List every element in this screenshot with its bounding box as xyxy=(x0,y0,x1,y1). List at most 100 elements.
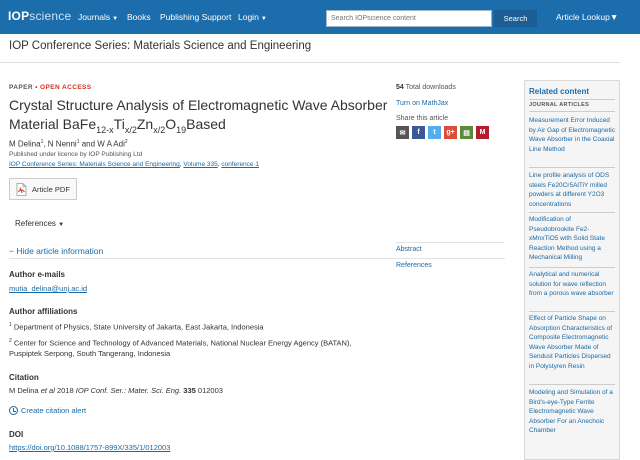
related-content-heading: Related content xyxy=(529,87,590,96)
related-article-link[interactable]: Analytical and numerical solution for wa… xyxy=(529,270,617,299)
author-email-link[interactable]: mutia_delina@unj.ac.id xyxy=(9,284,87,293)
citation-text: M Delina et al 2018 IOP Conf. Ser.: Mate… xyxy=(9,385,223,396)
nav-login[interactable]: Login ▼ xyxy=(238,12,267,22)
citation-article-number: 012003 xyxy=(195,386,223,395)
title-sub-2: x/2 xyxy=(124,124,137,135)
sidebar-divider xyxy=(529,111,615,112)
title-formula-o: O xyxy=(165,116,177,132)
citation-volume: 335 xyxy=(183,386,196,395)
twitter-icon[interactable]: t xyxy=(428,126,441,139)
author-affil-marker: 2 xyxy=(124,139,128,145)
citation-author: M Delina xyxy=(9,386,41,395)
mendeley-icon[interactable]: M xyxy=(476,126,489,139)
title-formula-zn: Zn xyxy=(136,116,154,132)
paper-label: PAPER xyxy=(9,84,33,91)
related-article-link[interactable]: Measurement Error Induced by Air Gap of … xyxy=(529,116,617,154)
facebook-icon[interactable]: f xyxy=(412,126,425,139)
journal-citation-links: IOP Conference Series: Materials Science… xyxy=(9,161,259,168)
share-label: Share this article xyxy=(396,115,449,122)
sidebar-divider xyxy=(529,267,615,268)
header-divider xyxy=(0,62,620,63)
author-affiliations-heading: Author affiliations xyxy=(9,307,78,316)
references-toggle[interactable]: References ▼ xyxy=(15,219,64,228)
author-list: M Delina1, N Nenni1 and W A Adi2 xyxy=(9,139,128,149)
references-nav-link[interactable]: References xyxy=(396,262,432,269)
article-title: Crystal Structure Analysis of Electromag… xyxy=(9,96,389,140)
affiliation-2: 2 Center for Science and Technology of A… xyxy=(9,336,352,349)
pdf-icon xyxy=(16,182,27,196)
nav-journals-label: Journals xyxy=(78,12,111,22)
logo-prefix: IOP xyxy=(8,9,30,23)
nav-publishing-support[interactable]: Publishing Support xyxy=(160,12,231,22)
author-name[interactable]: , N Nenni xyxy=(43,140,76,149)
title-formula-ti: Ti xyxy=(113,116,125,132)
affiliation-number: 1 xyxy=(9,322,12,328)
alarm-clock-icon xyxy=(9,406,18,415)
chevron-down-icon: ▼ xyxy=(112,16,119,22)
title-suffix: Based xyxy=(186,116,226,132)
related-article-link[interactable]: Modeling and Simulation of a Bird's-eye-… xyxy=(529,388,617,436)
iopscience-logo[interactable]: IOPscience xyxy=(8,9,71,23)
author-name[interactable]: and W A Adi xyxy=(80,140,125,149)
mathjax-toggle[interactable]: Turn on MathJax xyxy=(396,100,448,107)
logo-suffix: science xyxy=(29,9,72,23)
nav-books[interactable]: Books xyxy=(127,12,151,22)
related-article-link[interactable]: Effect of Particle Shape on Absorption C… xyxy=(529,314,617,371)
sidebar-divider xyxy=(529,167,615,168)
hide-article-info-label: Hide article information xyxy=(16,246,104,256)
volume-link[interactable]: Volume 335 xyxy=(183,161,217,168)
journal-link[interactable]: IOP Conference Series: Materials Science… xyxy=(9,161,180,168)
references-divider xyxy=(396,258,504,259)
sidebar-divider xyxy=(529,212,615,213)
article-pdf-button[interactable]: Article PDF xyxy=(9,178,77,200)
article-lookup-menu[interactable]: Article Lookup▼ xyxy=(556,12,618,22)
separator-dot: • xyxy=(35,84,38,91)
affiliation-text: Department of Physics, State University … xyxy=(13,322,264,332)
sidebar-divider xyxy=(529,99,615,100)
download-count-value: 54 xyxy=(396,84,404,91)
references-toggle-label: References xyxy=(15,219,56,228)
download-count-label: Total downloads xyxy=(403,84,456,91)
chevron-down-icon: ▼ xyxy=(58,222,65,228)
share-icons: ✉ f t g+ ▤ M xyxy=(396,126,489,139)
nav-journals[interactable]: Journals ▼ xyxy=(78,12,118,22)
related-article-link[interactable]: Line profile analysis of ODS steels Fe20… xyxy=(529,171,617,209)
affiliation-1: 1 Department of Physics, State Universit… xyxy=(9,320,264,333)
doi-row: https://doi.org/10.1088/1757-899X/335/1/… xyxy=(9,442,170,453)
search-button[interactable]: Search xyxy=(494,10,537,27)
abstract-nav-link[interactable]: Abstract xyxy=(396,246,422,253)
conference-link[interactable]: conference 1 xyxy=(221,161,259,168)
affiliation-2-continued: Puspiptek Serpong, South Tangerang, Indo… xyxy=(9,349,171,358)
author-name[interactable]: M Delina xyxy=(9,140,41,149)
title-sub-4: 19 xyxy=(176,124,187,135)
hide-article-info-toggle[interactable]: − Hide article information xyxy=(9,246,103,256)
author-email-row: mutia_delina@unj.ac.id xyxy=(9,283,87,294)
author-emails-heading: Author e-mails xyxy=(9,270,66,279)
title-sub-3: x/2 xyxy=(153,124,166,135)
sidebar-divider xyxy=(529,311,615,312)
citation-year: 2018 xyxy=(54,386,76,395)
email-icon[interactable]: ✉ xyxy=(396,126,409,139)
affiliation-text: Center for Science and Technology of Adv… xyxy=(13,338,352,348)
search-input[interactable] xyxy=(326,10,492,27)
abstract-divider xyxy=(396,242,504,243)
journal-title-link[interactable]: IOP Conference Series: Materials Science… xyxy=(9,40,311,52)
article-type-label: PAPER • OPEN ACCESS xyxy=(9,84,92,91)
create-citation-alert[interactable]: Create citation alert xyxy=(9,406,86,415)
create-citation-alert-label: Create citation alert xyxy=(21,406,87,415)
article-lookup-label: Article Lookup xyxy=(556,12,610,22)
doi-heading: DOI xyxy=(9,430,24,439)
citeulike-icon[interactable]: ▤ xyxy=(460,126,473,139)
sidebar-divider xyxy=(529,384,615,385)
open-access-label: OPEN ACCESS xyxy=(40,84,92,91)
related-article-link[interactable]: Modification of Pseudobrookite Fe2-xMnxT… xyxy=(529,215,617,263)
citation-heading: Citation xyxy=(9,373,39,382)
title-line-1: Crystal Structure Analysis of Electromag… xyxy=(9,97,388,113)
license-text: Published under licence by IOP Publishin… xyxy=(9,151,143,158)
related-content-panel: Related content JOURNAL ARTICLES Measure… xyxy=(524,80,620,460)
doi-link[interactable]: https://doi.org/10.1088/1757-899X/335/1/… xyxy=(9,443,170,452)
chevron-down-icon: ▼ xyxy=(609,12,619,22)
nav-login-label: Login xyxy=(238,12,259,22)
google-plus-icon[interactable]: g+ xyxy=(444,126,457,139)
affiliation-number: 2 xyxy=(9,338,12,344)
